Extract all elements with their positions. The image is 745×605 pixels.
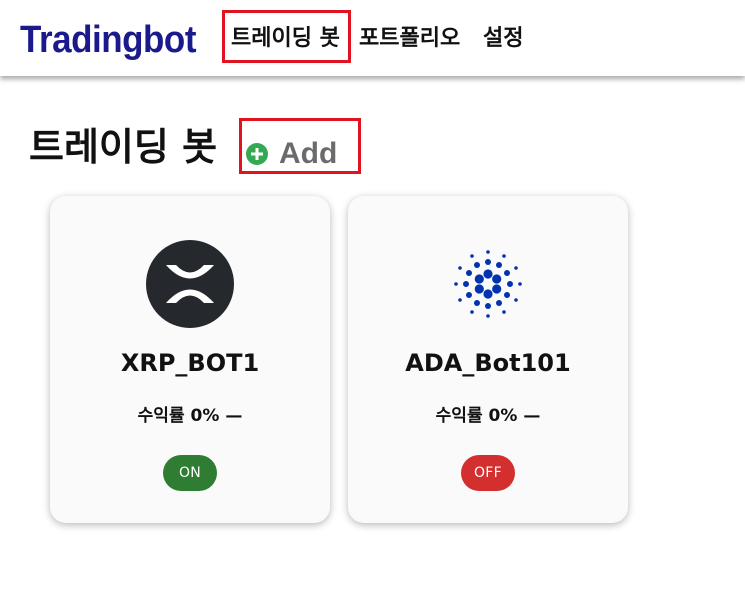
bot-card[interactable]: XRP_BOT1 수익률 0% — ON <box>50 196 330 523</box>
xrp-logo-icon <box>146 240 234 328</box>
add-bot-button[interactable]: Add <box>246 134 337 174</box>
add-button-label: Add <box>279 137 338 170</box>
plus-circle-icon <box>246 143 268 165</box>
nav-item-trading-bot[interactable]: 트레이딩 봇 <box>231 24 340 54</box>
profit-row: 수익률 0% — <box>348 404 628 428</box>
bot-name: XRP_BOT1 <box>120 349 260 377</box>
brand-logo[interactable]: Tradingbot <box>20 17 196 63</box>
bot-status-toggle[interactable]: ON <box>163 455 217 491</box>
profit-label: 수익률 <box>435 406 483 426</box>
navbar: Tradingbot 트레이딩 봇 포트폴리오 설정 <box>0 0 745 76</box>
profit-value: 0% <box>190 406 220 426</box>
profit-row: 수익률 0% — <box>50 404 330 428</box>
profit-label: 수익률 <box>137 406 185 426</box>
nav-item-settings[interactable]: 설정 <box>483 24 523 54</box>
trend-indicator: — <box>523 406 541 426</box>
cardano-logo-icon <box>454 250 522 318</box>
profit-value: 0% <box>488 406 518 426</box>
bot-name: ADA_Bot101 <box>405 349 571 377</box>
nav-item-portfolio[interactable]: 포트폴리오 <box>359 24 460 54</box>
trend-indicator: — <box>225 406 243 426</box>
page-title: 트레이딩 봇 <box>29 125 218 169</box>
bot-card[interactable]: ADA_Bot101 수익률 0% — OFF <box>348 196 628 523</box>
bot-status-toggle[interactable]: OFF <box>461 455 515 491</box>
